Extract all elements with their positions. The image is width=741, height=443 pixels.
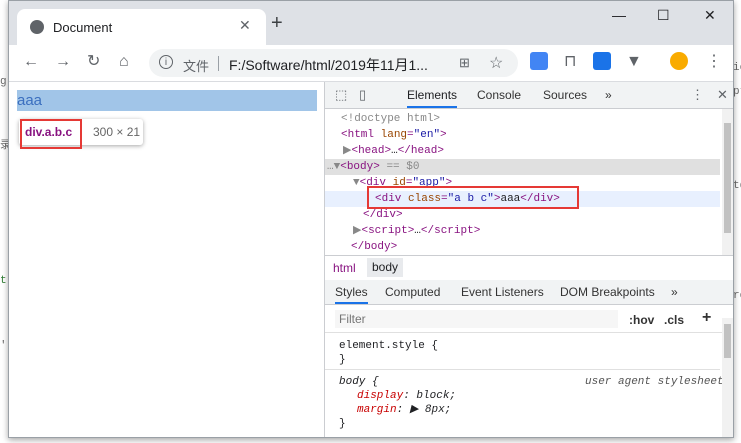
styles-tabbar: Styles Computed Event Listeners DOM Brea… xyxy=(325,280,733,305)
close-window-button[interactable]: ✕ xyxy=(704,7,716,24)
browser-tab[interactable]: Document ✕ xyxy=(17,9,266,45)
inspect-icon[interactable]: ⬚ xyxy=(335,87,347,103)
bg-fragment: g xyxy=(0,76,7,88)
tab-elements[interactable]: Elements xyxy=(407,88,458,108)
body-rule-close: } xyxy=(339,418,346,430)
filter-extension-icon[interactable]: ▼ xyxy=(626,53,642,71)
style-property[interactable]: margin: ▶ 8px; xyxy=(357,403,451,417)
globe-icon xyxy=(30,20,44,34)
devtools-tabbar: ⬚ ▯ Elements Console Sources » ⋮ ✕ xyxy=(325,82,733,109)
reload-icon[interactable]: ↻ xyxy=(87,53,100,71)
tab-styles[interactable]: Styles xyxy=(335,285,368,304)
breadcrumb-body[interactable]: body xyxy=(367,258,404,277)
browser-toolbar: ← → ↻ ⌂ i 文件 F:/Software/html/2019年11月1.… xyxy=(9,45,733,82)
security-label: 文件 xyxy=(183,59,210,74)
dom-doctype[interactable]: <!doctype html> xyxy=(341,111,440,127)
tab-event-listeners[interactable]: Event Listeners xyxy=(461,285,544,299)
element-style-close: } xyxy=(339,354,346,366)
annotation-box xyxy=(20,119,82,149)
body-rule-source: user agent stylesheet xyxy=(585,376,724,388)
profile-avatar[interactable] xyxy=(670,52,688,70)
dom-script[interactable]: ▶<script>…</script> xyxy=(353,223,480,239)
devtools-menu-icon[interactable]: ⋮ xyxy=(691,87,704,103)
breadcrumb: html body xyxy=(325,255,733,281)
dom-scroll-thumb[interactable] xyxy=(724,123,731,233)
browser-window: Document ✕ + — ☐ ✕ ← → ↻ ⌂ i 文件 F:/Softw… xyxy=(8,0,734,438)
pocket-extension-icon[interactable] xyxy=(593,52,611,70)
maximize-button[interactable]: ☐ xyxy=(657,7,670,24)
forward-icon[interactable]: → xyxy=(55,53,71,71)
new-tab-button[interactable]: + xyxy=(271,13,283,33)
tab-dom-breakpoints[interactable]: DOM Breakpoints xyxy=(560,285,655,299)
bookmark-icon[interactable]: ⊓ xyxy=(564,53,576,71)
dom-html[interactable]: <html lang="en"> xyxy=(341,127,447,143)
element-style-rule[interactable]: element.style { xyxy=(339,339,438,353)
translate-icon[interactable]: ⊞ xyxy=(459,55,470,71)
tab-sources[interactable]: Sources xyxy=(543,88,587,102)
dom-close-div[interactable]: </div> xyxy=(363,207,403,223)
devtools-panel: ⬚ ▯ Elements Console Sources » ⋮ ✕ <!doc… xyxy=(324,82,733,437)
omnibox[interactable]: i 文件 F:/Software/html/2019年11月1... ⊞ ☆ xyxy=(149,49,518,77)
breadcrumb-html[interactable]: html xyxy=(333,261,356,275)
tab-strip: Document ✕ + — ☐ ✕ xyxy=(9,1,733,45)
style-property[interactable]: display: block; xyxy=(357,389,456,403)
bg-fragment: td xyxy=(733,180,741,192)
styles-scrollbar[interactable] xyxy=(722,318,733,437)
rule-divider xyxy=(325,369,720,370)
tab-console[interactable]: Console xyxy=(477,88,521,102)
new-style-rule-icon[interactable]: + xyxy=(702,309,711,327)
minimize-button[interactable]: — xyxy=(612,7,626,23)
device-toolbar-icon[interactable]: ▯ xyxy=(359,87,366,103)
body-rule-selector[interactable]: body { xyxy=(339,375,379,389)
bg-fragment: ro xyxy=(733,290,741,302)
bookmark-star-icon[interactable]: ☆ xyxy=(489,53,503,73)
bg-fragment: pt xyxy=(733,86,741,98)
tooltip-dimensions: 300 × 21 xyxy=(93,125,141,139)
element-text: aaa xyxy=(17,92,43,109)
dom-scrollbar[interactable] xyxy=(722,109,733,255)
bg-fragment: t xyxy=(0,275,7,287)
omnibox-divider xyxy=(218,56,219,71)
dom-close-body[interactable]: </body> xyxy=(351,239,397,255)
cls-toggle[interactable]: .cls xyxy=(664,313,684,327)
devtools-close-icon[interactable]: ✕ xyxy=(717,87,728,103)
more-tabs-icon[interactable]: » xyxy=(605,88,612,102)
dom-tree: <!doctype html> <html lang="en"> ▶<head>… xyxy=(325,109,720,255)
tab-computed[interactable]: Computed xyxy=(385,285,440,299)
hov-toggle[interactable]: :hov xyxy=(629,313,654,327)
tab-close-icon[interactable]: ✕ xyxy=(239,17,251,34)
tab-title: Document xyxy=(53,20,113,35)
bg-fragment: ' xyxy=(0,340,7,352)
home-icon[interactable]: ⌂ xyxy=(119,53,129,71)
dom-body[interactable]: …▼<body> == $0 xyxy=(327,159,419,175)
styles-scroll-thumb[interactable] xyxy=(724,324,731,358)
annotation-box xyxy=(367,186,579,209)
more-styles-tabs-icon[interactable]: » xyxy=(671,285,678,299)
styles-filter-input[interactable] xyxy=(335,310,618,328)
styles-pane: element.style { } body { user agent styl… xyxy=(325,333,724,437)
dom-head[interactable]: ▶<head>…</head> xyxy=(343,143,444,159)
styles-filter-bar: :hov .cls + xyxy=(325,306,733,333)
info-icon[interactable]: i xyxy=(159,55,173,69)
back-icon[interactable]: ← xyxy=(23,53,39,71)
page-viewport: aaa div.a.b.c 300 × 21 xyxy=(9,82,324,437)
url-text[interactable]: F:/Software/html/2019年11月1... xyxy=(229,55,428,75)
bg-fragment: ic xyxy=(733,62,741,74)
google-translate-extension-icon[interactable] xyxy=(530,52,548,70)
inspected-element-highlight[interactable]: aaa xyxy=(17,90,317,111)
menu-icon[interactable]: ⋮ xyxy=(706,53,722,71)
